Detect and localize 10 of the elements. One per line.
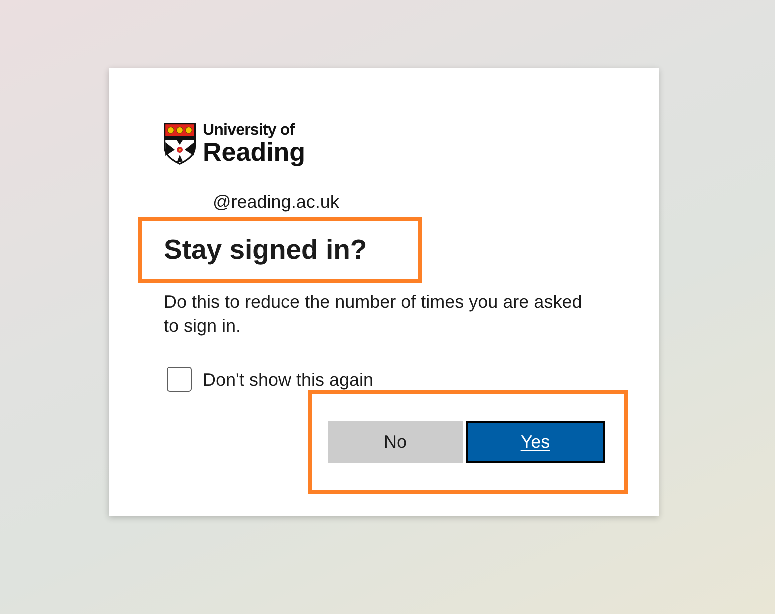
- logo-text: University of: [203, 123, 296, 139]
- logo-text: Reading: [203, 139, 306, 166]
- no-button[interactable]: No: [328, 421, 463, 463]
- yes-button[interactable]: Yes: [466, 421, 605, 463]
- account-email: @reading.ac.uk: [213, 191, 340, 214]
- crest-icon: [164, 123, 196, 165]
- checkbox[interactable]: [167, 367, 192, 392]
- checkbox-label: Don't show this again: [203, 368, 374, 392]
- page-heading: Stay signed in?: [164, 233, 368, 267]
- description-text: Do this to reduce the number of times you are asked to sign in.: [164, 291, 584, 338]
